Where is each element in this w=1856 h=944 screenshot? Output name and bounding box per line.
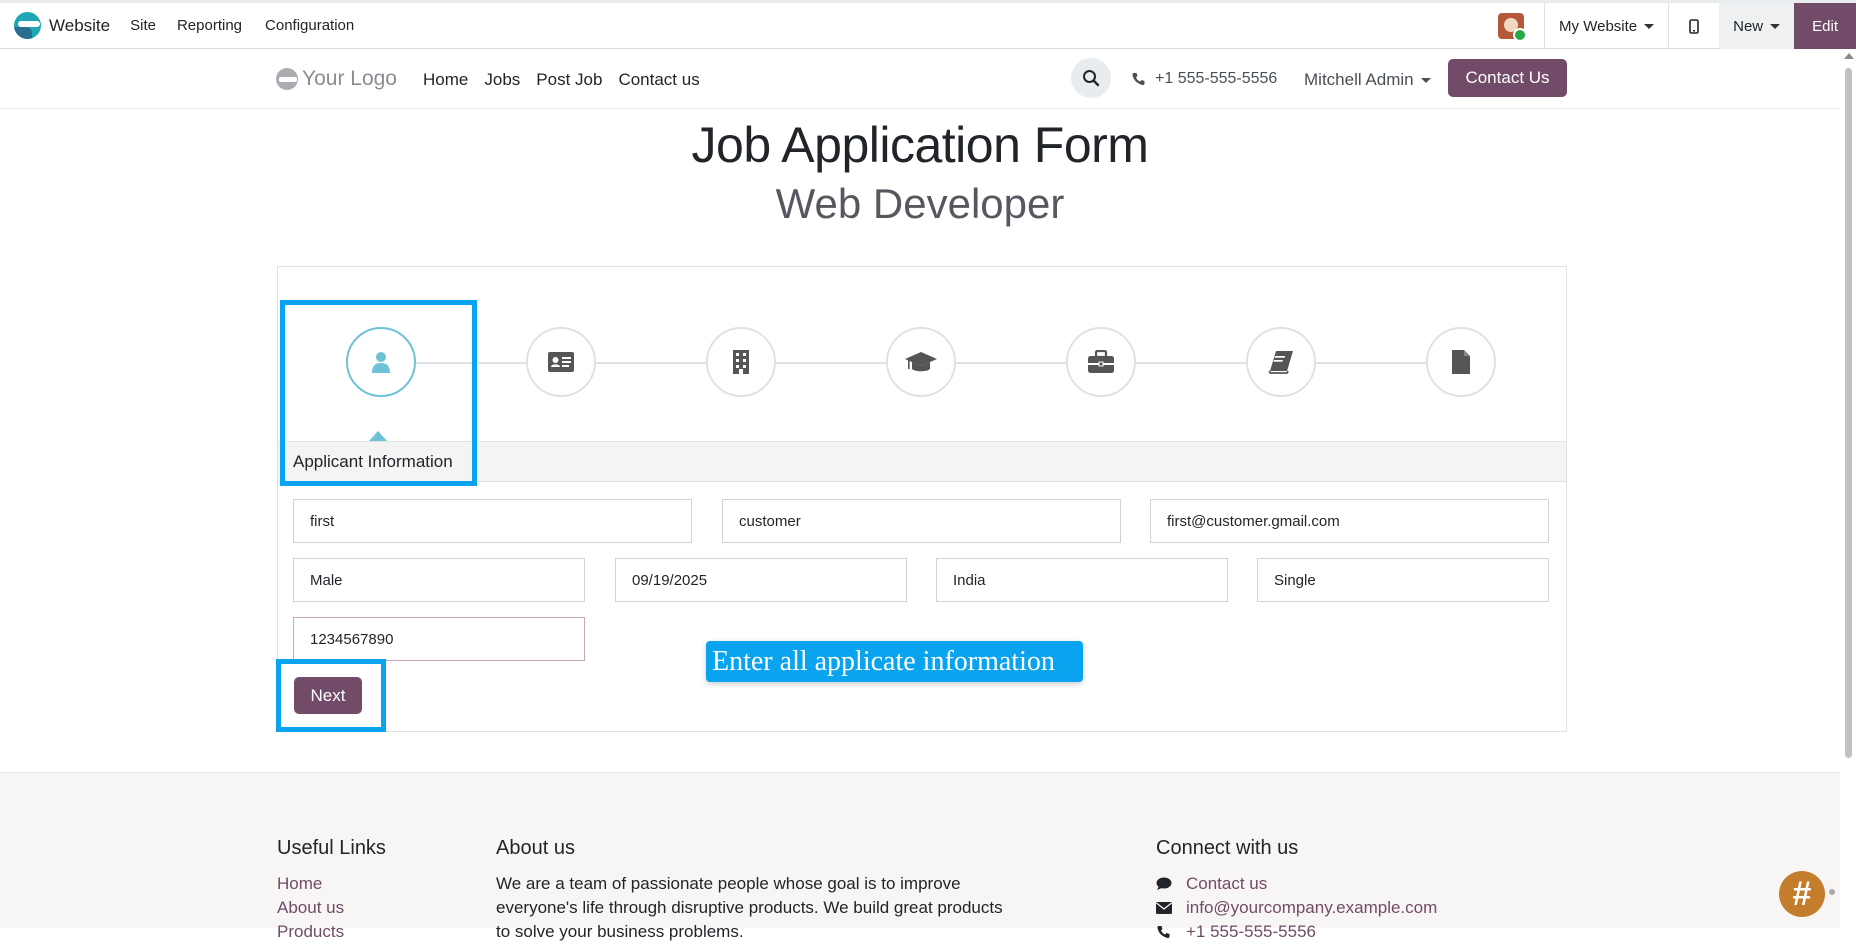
- step-title-bar: [278, 441, 1566, 482]
- job-title: Web Developer: [775, 180, 1065, 227]
- briefcase-icon: [1088, 350, 1114, 373]
- new-button-label: New: [1733, 17, 1764, 35]
- chevron-down-icon: [1644, 23, 1655, 29]
- hashtag-chat-button[interactable]: #: [1779, 871, 1825, 917]
- nav-contact-us[interactable]: Contact us: [618, 70, 699, 90]
- footer-link-products[interactable]: Products: [277, 920, 467, 944]
- step-documents[interactable]: [1426, 327, 1496, 397]
- fab-indicator-dot: [1829, 889, 1835, 895]
- logo-text: Your Logo: [302, 67, 397, 90]
- user-menu[interactable]: Mitchell Admin: [1304, 70, 1431, 90]
- footer-contact-us[interactable]: Contact us: [1156, 872, 1556, 896]
- mobile-icon: [1689, 18, 1699, 34]
- file-icon: [1452, 350, 1470, 374]
- marital-status-select[interactable]: Single: [1257, 558, 1549, 602]
- nav-home[interactable]: Home: [423, 70, 468, 90]
- avatar-button[interactable]: [1478, 3, 1544, 49]
- gender-select[interactable]: Male: [293, 558, 585, 602]
- step-label: Applicant Information: [293, 452, 453, 471]
- book-icon: [1268, 351, 1293, 374]
- phone-icon: [1157, 926, 1170, 939]
- building-icon: [733, 350, 749, 374]
- menu-reporting[interactable]: Reporting: [177, 17, 242, 34]
- about-line-2: everyone's life through disruptive produ…: [496, 898, 1003, 917]
- date-of-birth-field[interactable]: 09/19/2025: [615, 558, 907, 602]
- edit-button-label: Edit: [1812, 17, 1838, 35]
- logo-icon: [276, 68, 298, 90]
- useful-links-title: Useful Links: [277, 837, 386, 859]
- user-icon: [372, 352, 390, 373]
- step-experience[interactable]: [1066, 327, 1136, 397]
- about-title: About us: [496, 837, 575, 859]
- header-phone[interactable]: +1 555-555-5556: [1131, 70, 1277, 88]
- id-card-icon: [548, 352, 574, 372]
- header-phone-text: +1 555-555-5556: [1155, 70, 1278, 87]
- last-name-field[interactable]: customer: [722, 499, 1121, 543]
- new-button[interactable]: New: [1719, 3, 1795, 49]
- footer-phone-text: +1 555-555-5556: [1186, 922, 1316, 941]
- envelope-icon: [1156, 902, 1172, 914]
- step-skills[interactable]: [1246, 327, 1316, 397]
- main-nav: Home Jobs Post Job Contact us: [423, 70, 700, 90]
- step-education[interactable]: [886, 327, 956, 397]
- chevron-down-icon: [1420, 78, 1431, 84]
- nav-post-job[interactable]: Post Job: [536, 70, 602, 90]
- page-title: Job Application Form: [691, 117, 1149, 173]
- instruction-tooltip: Enter all applicate information: [706, 641, 1083, 682]
- search-button[interactable]: [1071, 58, 1111, 98]
- nav-jobs[interactable]: Jobs: [484, 70, 520, 90]
- website-switcher[interactable]: My Website: [1544, 3, 1668, 49]
- step-applicant-information[interactable]: [346, 327, 416, 397]
- about-line-1: We are a team of passionate people whose…: [496, 874, 961, 893]
- mobile-preview-button[interactable]: [1668, 3, 1719, 49]
- phone-field[interactable]: 1234567890: [293, 617, 585, 661]
- footer-link-about[interactable]: About us: [277, 896, 467, 920]
- odoo-top-bar: Website Site Reporting Configuration My …: [0, 0, 1856, 49]
- menu-site[interactable]: Site: [130, 17, 156, 34]
- scroll-up-arrow[interactable]: [1844, 53, 1854, 59]
- edit-button[interactable]: Edit: [1794, 3, 1856, 49]
- footer-email[interactable]: info@yourcompany.example.com: [1156, 896, 1556, 920]
- email-field[interactable]: first@customer.gmail.com: [1150, 499, 1549, 543]
- active-step-indicator: [369, 431, 387, 441]
- scrollbar-thumb[interactable]: [1845, 68, 1852, 758]
- step-contact-details[interactable]: [526, 327, 596, 397]
- about-line-3: to solve your business problems.: [496, 922, 744, 941]
- menu-configuration[interactable]: Configuration: [265, 17, 354, 34]
- footer-contact-us-text: Contact us: [1186, 874, 1268, 893]
- website-app-icon: [14, 12, 41, 39]
- next-button[interactable]: Next: [294, 677, 362, 714]
- comment-icon: [1156, 877, 1172, 890]
- chevron-down-icon: [1770, 23, 1781, 29]
- graduation-cap-icon: [905, 352, 937, 372]
- website-switcher-label: My Website: [1559, 17, 1638, 35]
- phone-icon: [1132, 73, 1145, 86]
- site-logo[interactable]: Your Logo: [276, 67, 397, 91]
- country-select[interactable]: India: [936, 558, 1228, 602]
- search-icon: [1083, 70, 1100, 87]
- footer-email-text: info@yourcompany.example.com: [1186, 898, 1438, 917]
- footer-link-home[interactable]: Home: [277, 872, 467, 896]
- site-header: Your Logo Home Jobs Post Job Contact us …: [0, 49, 1840, 109]
- step-company[interactable]: [706, 327, 776, 397]
- contact-us-button[interactable]: Contact Us: [1448, 59, 1567, 97]
- avatar: [1498, 13, 1528, 42]
- user-name: Mitchell Admin: [1304, 70, 1414, 89]
- app-brand[interactable]: Website: [14, 12, 110, 39]
- first-name-field[interactable]: first: [293, 499, 692, 543]
- footer-phone[interactable]: +1 555-555-5556: [1156, 920, 1556, 944]
- app-name: Website: [49, 15, 111, 35]
- site-footer: Useful Links Home About us Products Abou…: [0, 772, 1840, 941]
- connect-title: Connect with us: [1156, 837, 1299, 859]
- hashtag-icon: #: [1792, 874, 1812, 913]
